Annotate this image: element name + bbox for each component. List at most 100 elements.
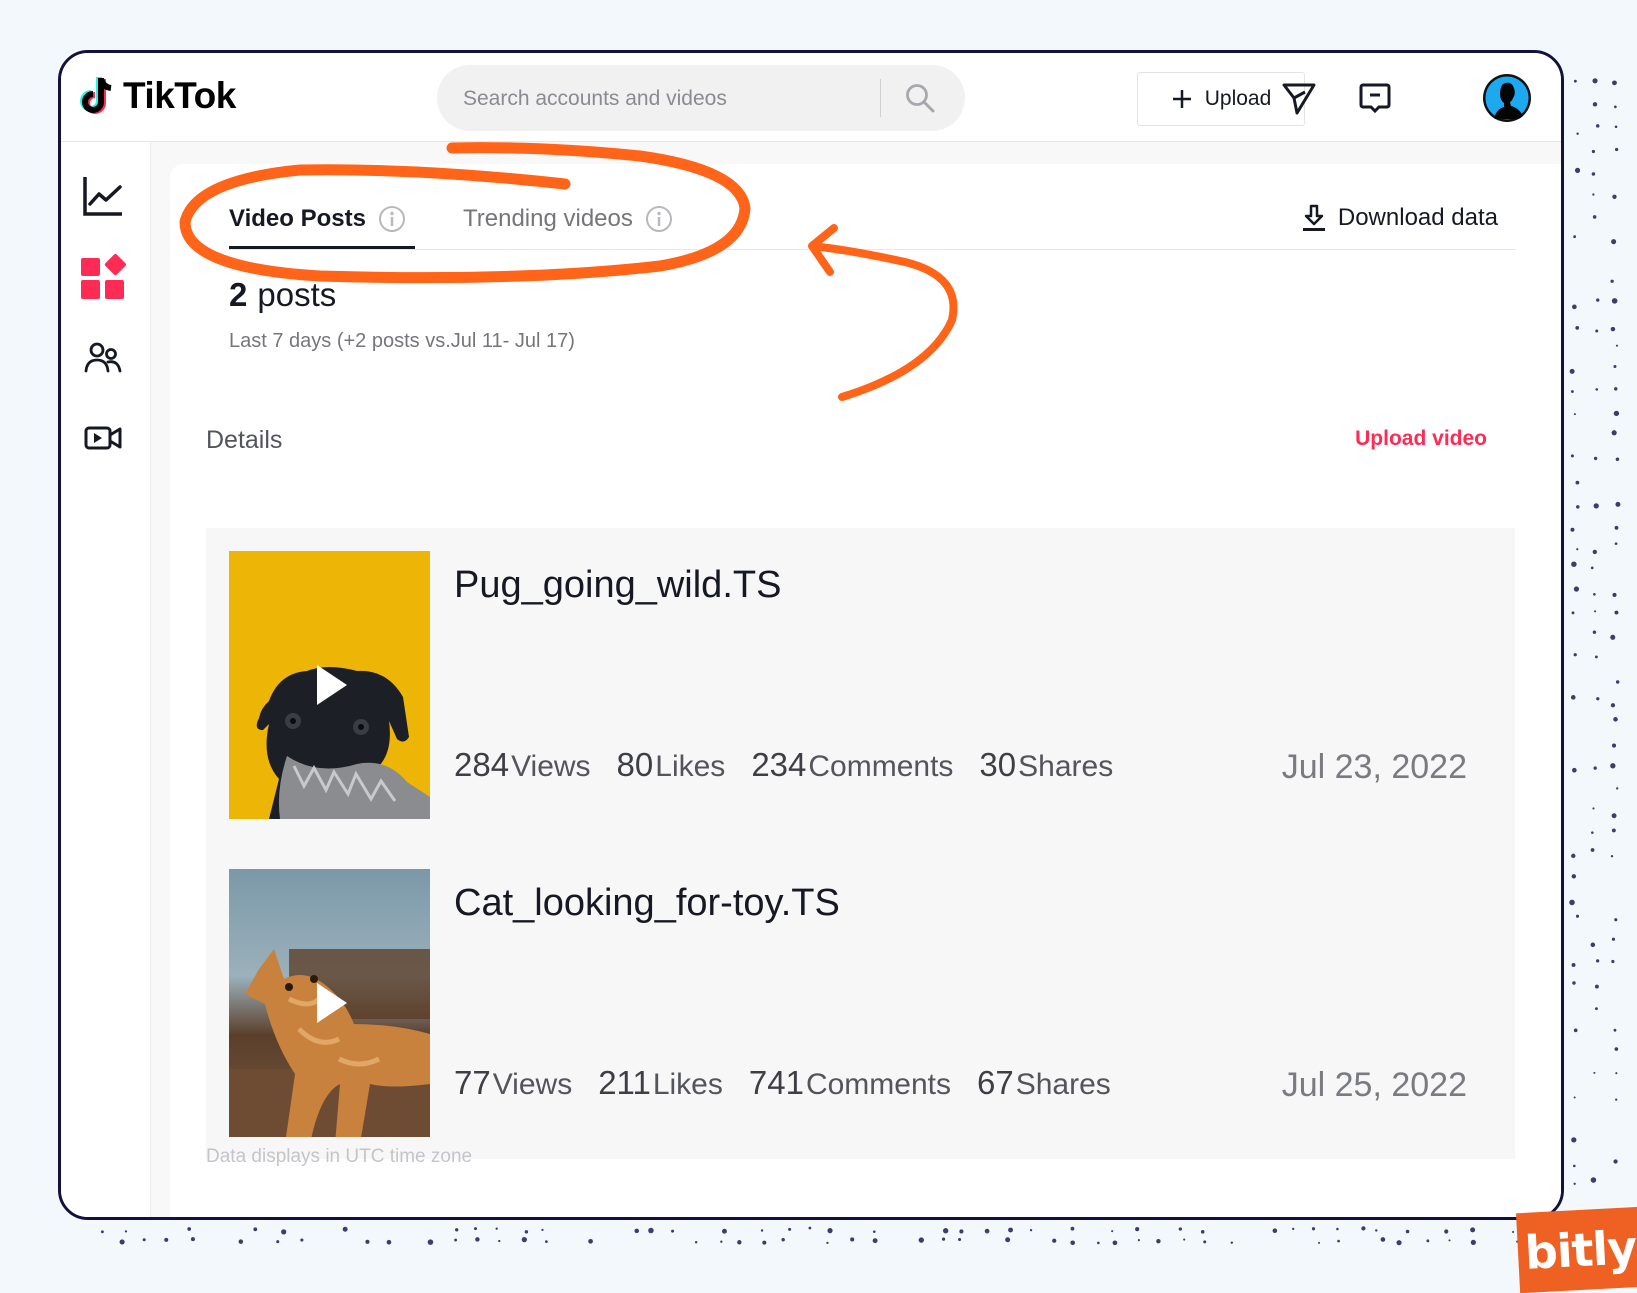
decor-dot (1576, 548, 1579, 551)
decor-dot (1616, 787, 1619, 790)
decor-dot (1570, 390, 1574, 393)
info-icon[interactable] (378, 205, 406, 233)
decor-dot (1573, 79, 1577, 83)
decor-dot (1573, 1182, 1576, 1185)
sidebar-item-content[interactable] (80, 254, 126, 300)
messages-button[interactable] (1355, 78, 1395, 118)
decor-dot (1611, 959, 1615, 964)
decor-dot (1337, 1239, 1340, 1243)
video-title[interactable]: Cat_looking_for-toy.TS (454, 882, 840, 925)
sidebar-item-videos[interactable] (80, 415, 126, 461)
decor-dot (1590, 942, 1596, 948)
decor-dot (1570, 695, 1576, 700)
decor-dot (1572, 304, 1577, 310)
posts-count-number: 2 (229, 276, 248, 313)
sidebar (61, 142, 151, 1217)
tab-trending-videos[interactable]: Trending videos (463, 202, 673, 236)
decor-dot (872, 1230, 876, 1233)
decor-dot (1573, 1096, 1576, 1099)
upload-video-link[interactable]: Upload video (1355, 427, 1487, 451)
posts-comparison: Last 7 days (+2 posts vs.Jul 11- Jul 17) (229, 330, 575, 352)
grid-shapes-icon (81, 254, 126, 299)
shares-stat: 67 Shares (977, 1064, 1111, 1102)
tiktok-logo[interactable]: TikTok (79, 75, 236, 117)
sidebar-item-followers[interactable] (80, 335, 126, 381)
decor-dot (634, 1228, 640, 1234)
decor-dot (1396, 1240, 1402, 1246)
comments-count: 741 (748, 1064, 804, 1101)
decor-dot (1571, 611, 1575, 615)
decor-dot (1592, 807, 1595, 810)
info-icon[interactable] (645, 205, 673, 233)
decor-dot (918, 1237, 924, 1243)
decor-dot (1311, 1227, 1316, 1231)
decor-dot (1230, 1241, 1234, 1244)
video-title[interactable]: Pug_going_wild.TS (454, 564, 781, 607)
decor-dot (1178, 1227, 1183, 1231)
decor-dot (1593, 592, 1596, 596)
decor-dot (1611, 430, 1617, 436)
decor-dot (1008, 1227, 1014, 1233)
details-heading: Details (206, 426, 283, 454)
comments-stat: 234 Comments (751, 746, 953, 784)
decor-dot (495, 1227, 498, 1230)
decor-dot (1593, 1071, 1596, 1074)
decor-dot (588, 1238, 593, 1244)
posts-count-label: posts (257, 276, 337, 313)
tab-video-posts[interactable]: Video Posts (229, 202, 406, 236)
decor-dot (984, 1228, 990, 1234)
video-thumbnail[interactable] (229, 869, 430, 1137)
video-row[interactable]: Cat_looking_for-toy.TS 77 Views 211 Likes … (206, 846, 1515, 1137)
decor-dot (1611, 828, 1616, 833)
likes-label: Likes (655, 750, 726, 783)
search-button[interactable] (895, 77, 945, 119)
decor-dot (1052, 1238, 1057, 1243)
decor-dot (671, 1229, 675, 1233)
decor-dot (1595, 388, 1599, 391)
decor-dot (276, 1240, 280, 1244)
post-date: Jul 25, 2022 (1281, 1066, 1467, 1104)
decor-dot (1097, 1241, 1100, 1245)
user-avatar[interactable] (1483, 74, 1531, 122)
sidebar-item-analytics[interactable] (80, 173, 126, 219)
decor-dot (1615, 457, 1620, 462)
decor-dot (100, 1230, 104, 1234)
decor-dot (498, 1239, 501, 1243)
decor-dot (1610, 634, 1616, 640)
download-data-button[interactable]: Download data (1302, 204, 1498, 232)
decor-dot (872, 1238, 878, 1244)
decor-dot (959, 1229, 964, 1234)
decor-dot (124, 1230, 128, 1233)
decor-dot (808, 1226, 812, 1230)
active-tab-indicator (229, 246, 415, 249)
decor-dot (648, 1227, 654, 1234)
decor-dot (1569, 368, 1575, 374)
logo-text: TikTok (123, 75, 236, 116)
decor-dot (1613, 410, 1620, 417)
search-input[interactable] (461, 65, 865, 133)
decor-dot (1571, 853, 1576, 859)
decor-dot (1591, 831, 1594, 834)
decor-dot (187, 1227, 192, 1231)
inbox-send-button[interactable] (1279, 78, 1319, 118)
video-row[interactable]: Pug_going_wild.TS 284 Views 80 Likes 234 Co… (206, 528, 1515, 819)
upload-label: Upload (1204, 87, 1272, 110)
posts-card: Video Posts Trending videos Download dat… (170, 164, 1561, 1217)
search-divider (880, 79, 881, 117)
decor-dot (958, 1238, 962, 1242)
avatar-silhouette-icon (1483, 74, 1531, 122)
decor-dot (1272, 1228, 1278, 1234)
decor-dot (1594, 984, 1599, 989)
bitly-badge: bitly (1515, 1206, 1637, 1293)
likes-count: 80 (616, 746, 654, 783)
decor-dot (1614, 525, 1619, 530)
decor-dot (1592, 549, 1597, 555)
decor-dot (253, 1227, 258, 1232)
decor-dot (694, 1240, 698, 1244)
video-thumbnail[interactable] (229, 551, 430, 819)
views-count: 77 (454, 1064, 491, 1101)
shares-count: 30 (979, 746, 1017, 783)
decor-dot (1613, 1028, 1617, 1032)
decor-dot (1613, 365, 1617, 369)
decor-dot (1612, 194, 1617, 199)
